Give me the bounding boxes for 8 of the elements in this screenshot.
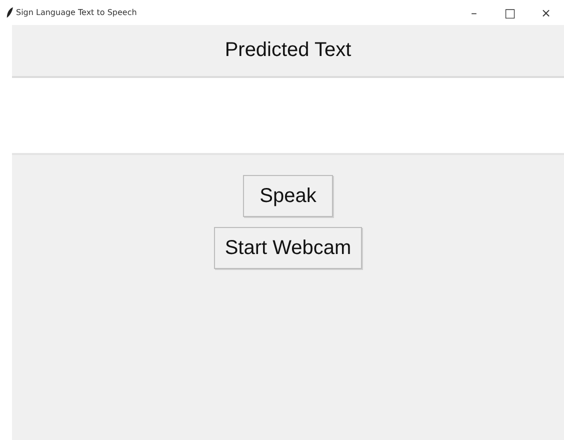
minimize-button[interactable]: –: [456, 0, 492, 25]
feather-icon: [6, 7, 13, 18]
action-button[interactable]: Speak: [242, 175, 334, 217]
maximize-button[interactable]: □: [492, 0, 528, 25]
action-button[interactable]: Start Webcam: [214, 227, 362, 269]
close-button[interactable]: ×: [528, 0, 564, 25]
window-title: Sign Language Text to Speech: [16, 8, 137, 17]
heading: Predicted Text: [224, 39, 352, 62]
